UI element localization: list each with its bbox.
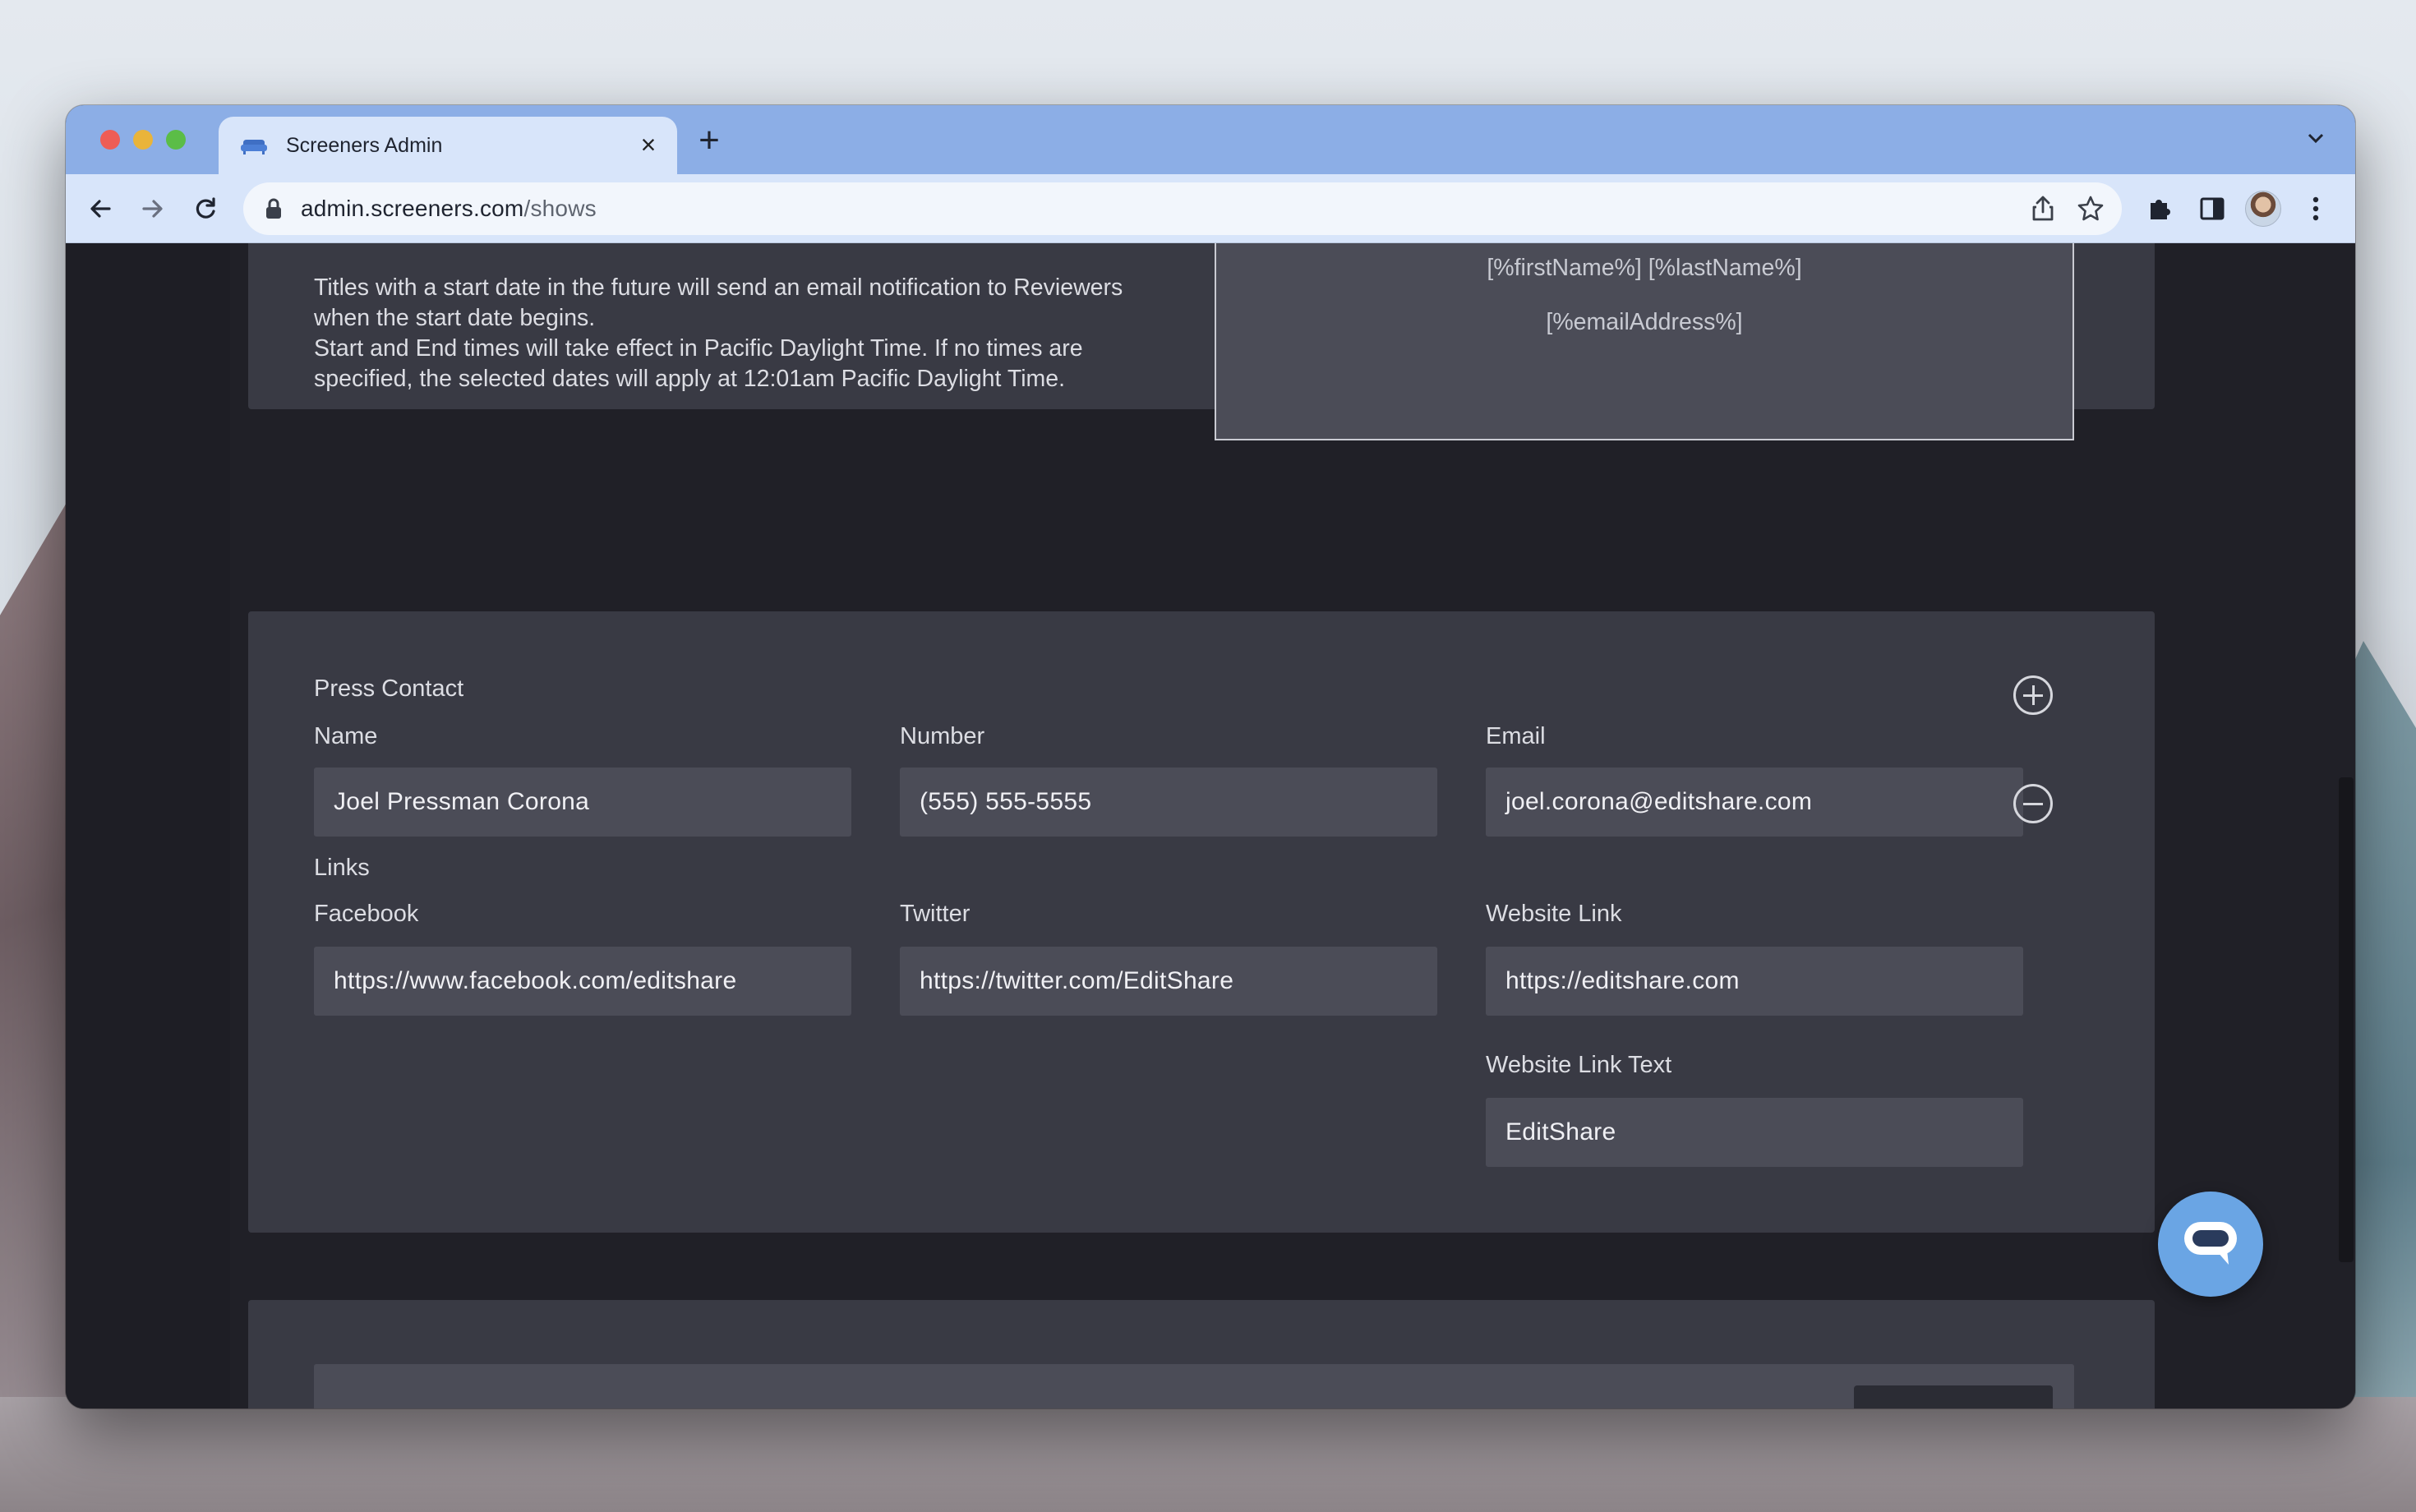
website-link-text-label: Website Link Text — [1486, 1052, 1672, 1078]
side-panel-icon — [2200, 197, 2225, 220]
url-text: admin.screeners.com/shows — [301, 196, 597, 222]
bookmark-star-icon[interactable] — [2076, 194, 2105, 224]
new-tab-button[interactable]: + — [690, 122, 728, 161]
reload-button[interactable] — [186, 189, 225, 228]
contact-name-input[interactable]: Joel Pressman Corona — [314, 768, 851, 837]
name-label: Name — [314, 723, 378, 749]
side-panel-button[interactable] — [2192, 189, 2232, 228]
chat-bubble-icon — [2184, 1222, 2237, 1265]
tab-strip: Screeners Admin × + — [66, 105, 2355, 174]
address-bar[interactable]: admin.screeners.com/shows — [243, 182, 2122, 235]
press-contact-title: Press Contact — [314, 675, 464, 702]
twitter-label: Twitter — [900, 901, 971, 927]
browser-menu-button[interactable] — [2296, 189, 2335, 228]
arrow-right-icon — [142, 200, 163, 218]
schedule-panel: Titles with a start date in the future w… — [248, 243, 2155, 440]
number-label: Number — [900, 723, 985, 749]
website-link-label: Website Link — [1486, 901, 1622, 927]
facebook-label: Facebook — [314, 901, 419, 927]
puzzle-icon — [2151, 200, 2170, 219]
watermark-preview: [%firstName%] [%lastName%] [%emailAddres… — [1215, 243, 2074, 440]
desktop-wallpaper-forest — [0, 1397, 2416, 1512]
share-icon[interactable] — [2028, 194, 2058, 224]
url-path: /shows — [523, 196, 597, 221]
sofa-favicon-icon — [240, 135, 268, 156]
website-link-text-input[interactable]: EditShare — [1486, 1098, 2023, 1167]
contact-email-input[interactable]: joel.corona@editshare.com — [1486, 768, 2023, 837]
close-tab-icon[interactable]: × — [636, 131, 661, 158]
close-window-button[interactable] — [100, 130, 120, 150]
next-section-button[interactable] — [1854, 1385, 2053, 1408]
remove-contact-button[interactable] — [2013, 784, 2053, 823]
add-contact-button[interactable] — [2013, 675, 2053, 715]
browser-tab[interactable]: Screeners Admin × — [219, 117, 677, 174]
watermark-name-line: [%firstName%] [%lastName%] — [1487, 255, 1802, 281]
tab-search-chevron-icon[interactable] — [2299, 125, 2332, 158]
sidebar-overlay — [66, 243, 230, 1408]
timezone-notice: Start and End times will take effect in … — [314, 335, 1083, 392]
future-start-notice: Titles with a start date in the future w… — [314, 274, 1123, 331]
window-controls — [100, 130, 186, 150]
minus-circle-icon — [2023, 802, 2043, 805]
kebab-menu-icon — [2312, 196, 2319, 221]
profile-button[interactable] — [2243, 189, 2283, 228]
email-label: Email — [1486, 723, 1546, 749]
page-viewport: Titles with a start date in the future w… — [66, 243, 2355, 1408]
press-contact-panel: Press Contact Name Number Email Joel Pre… — [248, 611, 2155, 1233]
links-title: Links — [314, 855, 370, 881]
url-host: admin.screeners.com — [301, 196, 524, 221]
facebook-input[interactable]: https://www.facebook.com/editshare — [314, 947, 851, 1016]
arrow-left-icon — [90, 200, 111, 218]
back-button[interactable] — [81, 189, 120, 228]
reload-icon — [196, 197, 215, 219]
tab-title: Screeners Admin — [286, 133, 443, 157]
plus-circle-icon-vertical — [2031, 685, 2035, 705]
minimize-window-button[interactable] — [133, 130, 153, 150]
next-section-panel — [248, 1300, 2155, 1408]
avatar — [2245, 191, 2281, 227]
forward-button[interactable] — [133, 189, 173, 228]
page-scrollbar[interactable] — [2339, 777, 2354, 1262]
extensions-button[interactable] — [2140, 189, 2179, 228]
chat-launcher-button[interactable] — [2158, 1192, 2263, 1297]
contact-number-input[interactable]: (555) 555-5555 — [900, 768, 1437, 837]
website-link-input[interactable]: https://editshare.com — [1486, 947, 2023, 1016]
lock-icon — [266, 198, 281, 219]
twitter-input[interactable]: https://twitter.com/EditShare — [900, 947, 1437, 1016]
watermark-email-line: [%emailAddress%] — [1546, 309, 1743, 335]
browser-window: Screeners Admin × + admin.screeners.com/… — [66, 105, 2355, 1408]
next-section-field — [314, 1364, 2074, 1408]
zoom-window-button[interactable] — [166, 130, 186, 150]
browser-toolbar: admin.screeners.com/shows — [66, 174, 2355, 243]
